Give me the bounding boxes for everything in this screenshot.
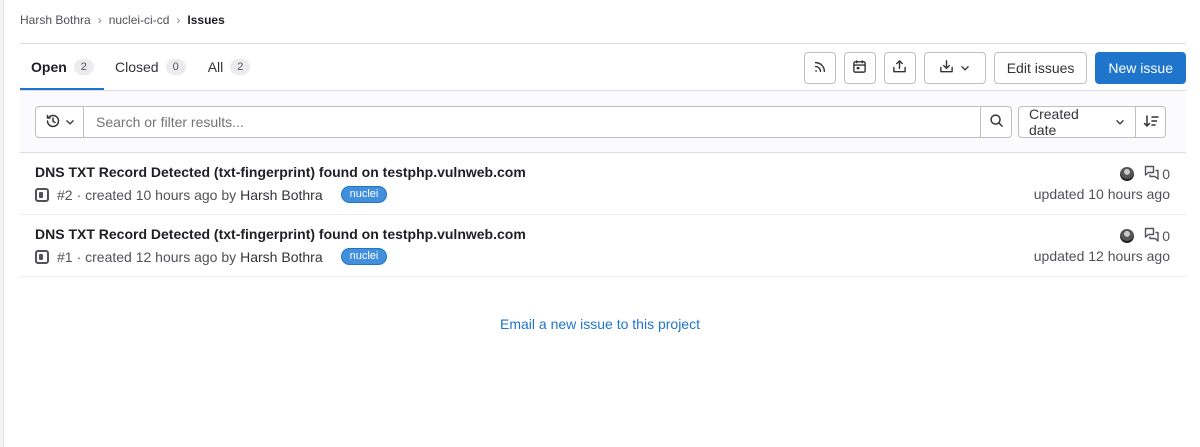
- issue-stats: 0: [1120, 165, 1170, 183]
- comments-number: 0: [1162, 166, 1170, 182]
- rss-button[interactable]: [803, 52, 836, 84]
- filter-bar: Search or filter results... Created date: [20, 91, 1186, 153]
- export-dropdown[interactable]: [923, 52, 986, 84]
- comments-count[interactable]: 0: [1144, 165, 1170, 183]
- issue-title[interactable]: DNS TXT Record Detected (txt-fingerprint…: [35, 226, 526, 242]
- issue-updated: updated 10 hours ago: [1033, 186, 1170, 202]
- new-issue-button[interactable]: New issue: [1095, 52, 1186, 84]
- assignee-avatar[interactable]: [1120, 167, 1135, 181]
- issue-row[interactable]: DNS TXT Record Detected (txt-fingerprint…: [20, 153, 1186, 215]
- issue-row[interactable]: DNS TXT Record Detected (txt-fingerprint…: [20, 215, 1186, 277]
- issue-reference: #2: [57, 186, 73, 203]
- search-input[interactable]: Search or filter results...: [84, 106, 981, 138]
- label-nuclei[interactable]: nuclei: [340, 248, 388, 265]
- issue-type-icon: [35, 187, 49, 202]
- tab-open-label: Open: [31, 59, 67, 75]
- issue-type-icon: [35, 249, 49, 264]
- history-icon: [45, 113, 61, 132]
- assignee-avatar[interactable]: [1120, 229, 1135, 243]
- download-icon: [939, 59, 954, 77]
- tab-closed[interactable]: Closed 0: [104, 44, 197, 90]
- search-filter: Search or filter results...: [35, 106, 1012, 138]
- breadcrumb-project[interactable]: nuclei-ci-cd: [109, 13, 170, 27]
- comments-number: 0: [1162, 228, 1170, 244]
- issue-title[interactable]: DNS TXT Record Detected (txt-fingerprint…: [35, 164, 526, 180]
- issue-created: · created 12 hours ago by: [76, 248, 237, 265]
- comments-icon: [1144, 165, 1160, 183]
- tab-closed-count: 0: [165, 59, 186, 75]
- sort-label: Created date: [1029, 106, 1079, 138]
- issue-updated: updated 12 hours ago: [1033, 248, 1170, 264]
- calendar-icon: [852, 59, 867, 77]
- chevron-down-icon: [960, 60, 970, 76]
- calendar-button[interactable]: [843, 52, 876, 84]
- breadcrumb: Harsh Bothra › nuclei-ci-cd › Issues: [20, 13, 225, 27]
- issue-reference: #1: [57, 248, 73, 265]
- issues-toolbar: Edit issues New issue: [803, 52, 1186, 84]
- sort-direction-button[interactable]: [1136, 106, 1166, 138]
- tab-all-label: All: [207, 59, 224, 75]
- chevron-down-icon: [65, 114, 75, 130]
- breadcrumb-separator: ›: [176, 13, 181, 27]
- chevron-down-icon: [1115, 114, 1125, 130]
- issue-created: · created 10 hours ago by: [76, 186, 237, 203]
- issue-stats: 0: [1120, 227, 1170, 245]
- left-sidebar-edge: [0, 0, 4, 447]
- tab-all[interactable]: All 2: [197, 44, 262, 90]
- search-icon: [989, 113, 1004, 131]
- issue-meta: #1 · created 12 hours ago by Harsh Bothr…: [35, 248, 388, 265]
- sort-control: Created date: [1018, 106, 1166, 138]
- email-new-issue-link[interactable]: Email a new issue to this project: [0, 316, 1200, 332]
- edit-issues-button[interactable]: Edit issues: [993, 52, 1088, 84]
- breadcrumb-user[interactable]: Harsh Bothra: [20, 13, 91, 27]
- tab-all-count: 2: [230, 59, 251, 75]
- breadcrumb-current[interactable]: Issues: [187, 13, 224, 27]
- recent-searches-button[interactable]: [35, 106, 84, 138]
- issue-author[interactable]: Harsh Bothra: [240, 187, 322, 203]
- breadcrumb-separator: ›: [97, 13, 102, 27]
- issue-author[interactable]: Harsh Bothra: [240, 249, 322, 265]
- label-nuclei[interactable]: nuclei: [340, 186, 388, 203]
- comments-count[interactable]: 0: [1144, 227, 1170, 245]
- issue-meta: #2 · created 10 hours ago by Harsh Bothr…: [35, 186, 388, 203]
- search-button[interactable]: [981, 106, 1012, 138]
- rss-icon: [813, 60, 827, 77]
- tab-closed-label: Closed: [115, 59, 159, 75]
- upload-icon: [892, 59, 907, 77]
- tab-open-count: 2: [73, 59, 94, 75]
- issue-state-tabs: Open 2 Closed 0 All 2: [20, 44, 261, 90]
- sort-lowest-icon: [1143, 114, 1159, 131]
- comments-icon: [1144, 227, 1160, 245]
- sort-dropdown[interactable]: Created date: [1018, 106, 1136, 138]
- tab-open[interactable]: Open 2: [20, 44, 104, 90]
- import-button[interactable]: [883, 52, 916, 84]
